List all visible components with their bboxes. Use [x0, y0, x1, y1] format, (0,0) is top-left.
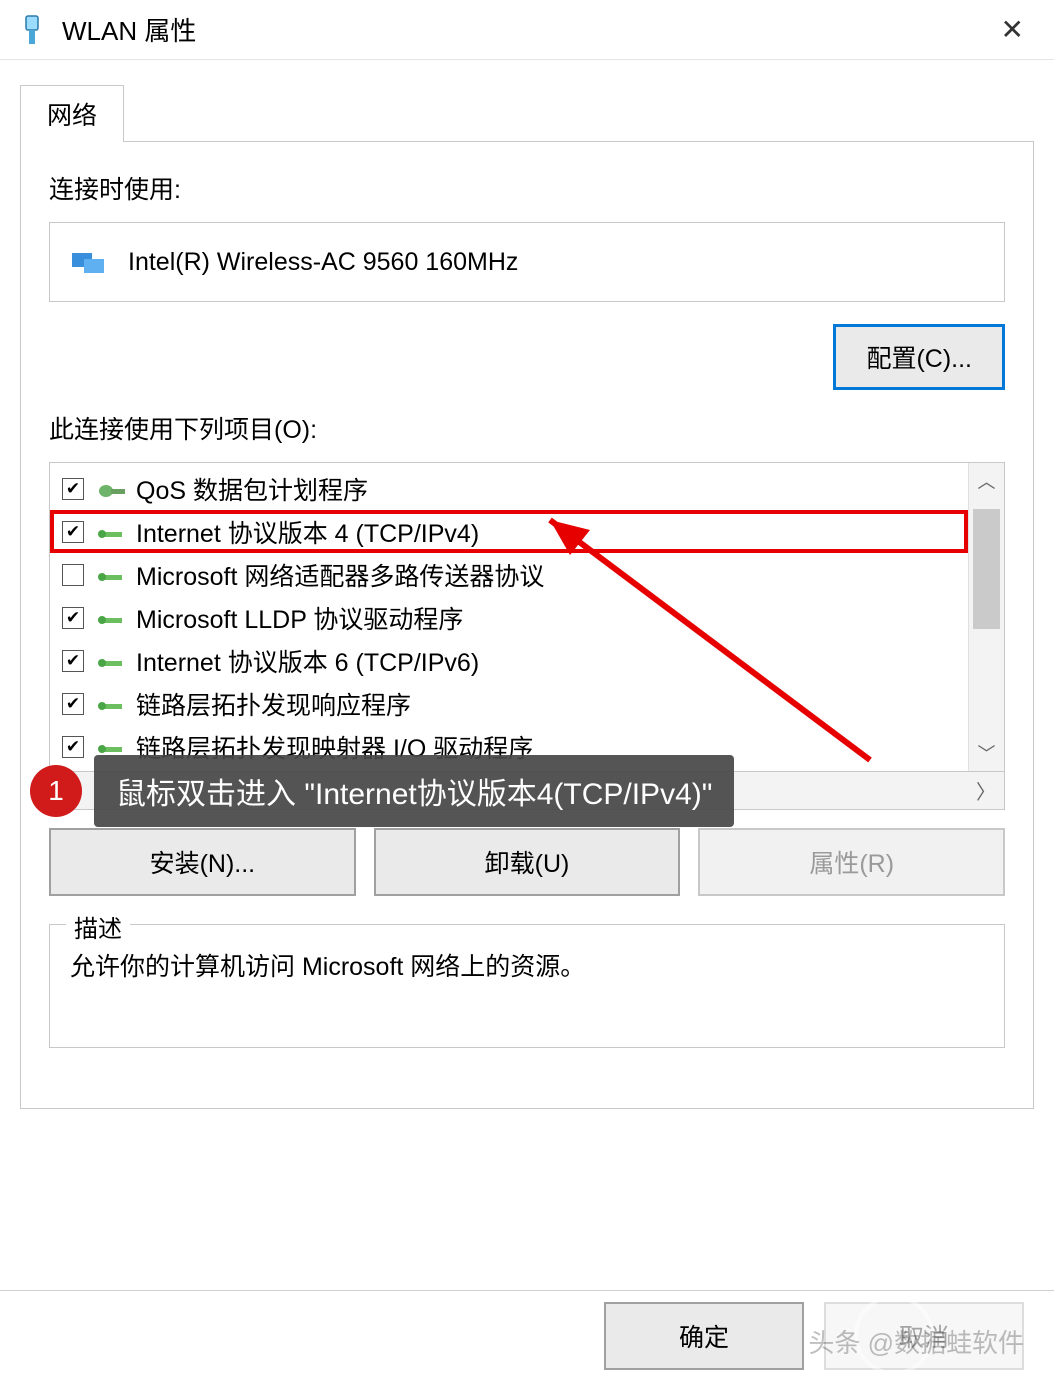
annotation-text: 鼠标双击进入 "Internet协议版本4(TCP/IPv4)": [94, 755, 734, 827]
scroll-down-button[interactable]: ﹀: [969, 735, 1004, 771]
list-item-label: Internet 协议版本 4 (TCP/IPv4): [136, 514, 479, 550]
checkbox[interactable]: [62, 693, 84, 715]
description-text: 允许你的计算机访问 Microsoft 网络上的资源。: [70, 947, 984, 987]
scrollbar-vertical[interactable]: ︿ ﹀: [968, 463, 1004, 771]
scroll-track[interactable]: [969, 499, 1004, 735]
list-item[interactable]: Microsoft LLDP 协议驱动程序: [50, 596, 968, 639]
protocol-icon: [96, 565, 126, 585]
components-label: 此连接使用下列项目(O):: [49, 410, 1005, 446]
checkbox[interactable]: [62, 607, 84, 629]
qos-icon: [96, 479, 126, 499]
protocol-icon: [96, 694, 126, 714]
list-item-label: Microsoft 网络适配器多路传送器协议: [136, 557, 544, 593]
adapter-box: Intel(R) Wireless-AC 9560 160MHz: [49, 222, 1005, 302]
close-button[interactable]: ✕: [991, 9, 1034, 50]
tab-network[interactable]: 网络: [20, 85, 124, 142]
adapter-name: Intel(R) Wireless-AC 9560 160MHz: [128, 248, 518, 277]
cancel-button[interactable]: 取消: [824, 1302, 1024, 1370]
checkbox[interactable]: [62, 564, 84, 586]
list-item-label: Internet 协议版本 6 (TCP/IPv6): [136, 643, 479, 679]
install-button[interactable]: 安装(N)...: [49, 828, 356, 896]
scroll-up-button[interactable]: ︿: [969, 463, 1004, 499]
description-label: 描述: [66, 909, 130, 944]
scroll-right-button[interactable]: 〉: [968, 772, 1004, 809]
title-bar: WLAN 属性 ✕: [0, 0, 1054, 60]
window-icon: [20, 14, 44, 46]
list-item[interactable]: Microsoft 网络适配器多路传送器协议: [50, 553, 968, 596]
configure-button[interactable]: 配置(C)...: [833, 324, 1005, 390]
description-group: 描述 允许你的计算机访问 Microsoft 网络上的资源。: [49, 924, 1005, 1048]
connection-label: 连接时使用:: [49, 170, 1005, 206]
checkbox[interactable]: [62, 478, 84, 500]
dialog-footer: 确定 取消: [0, 1290, 1054, 1380]
list-item[interactable]: Internet 协议版本 6 (TCP/IPv6): [50, 639, 968, 682]
scroll-thumb[interactable]: [973, 509, 1000, 629]
tab-panel: 连接时使用: Intel(R) Wireless-AC 9560 160MHz …: [20, 141, 1034, 1109]
annotation-callout: 1 鼠标双击进入 "Internet协议版本4(TCP/IPv4)": [30, 755, 734, 827]
list-item-label: 链路层拓扑发现响应程序: [136, 686, 411, 722]
list-item[interactable]: Internet 协议版本 4 (TCP/IPv4): [50, 510, 968, 553]
checkbox[interactable]: [62, 650, 84, 672]
ok-button[interactable]: 确定: [604, 1302, 804, 1370]
list-item[interactable]: QoS 数据包计划程序: [50, 467, 968, 510]
network-adapter-icon: [70, 247, 106, 277]
protocol-icon: [96, 737, 126, 757]
uninstall-button[interactable]: 卸载(U): [374, 828, 681, 896]
window-title: WLAN 属性: [62, 11, 991, 48]
list-item-label: QoS 数据包计划程序: [136, 471, 368, 507]
list-item-label: Microsoft LLDP 协议驱动程序: [136, 600, 463, 636]
protocol-icon: [96, 608, 126, 628]
list-item[interactable]: 链路层拓扑发现响应程序: [50, 682, 968, 725]
annotation-badge: 1: [30, 765, 82, 817]
checkbox[interactable]: [62, 521, 84, 543]
properties-button: 属性(R): [698, 828, 1005, 896]
components-listbox[interactable]: QoS 数据包计划程序 Internet 协议版本 4 (TCP/IPv4) Mic…: [49, 462, 1005, 772]
protocol-icon: [96, 522, 126, 542]
protocol-icon: [96, 651, 126, 671]
